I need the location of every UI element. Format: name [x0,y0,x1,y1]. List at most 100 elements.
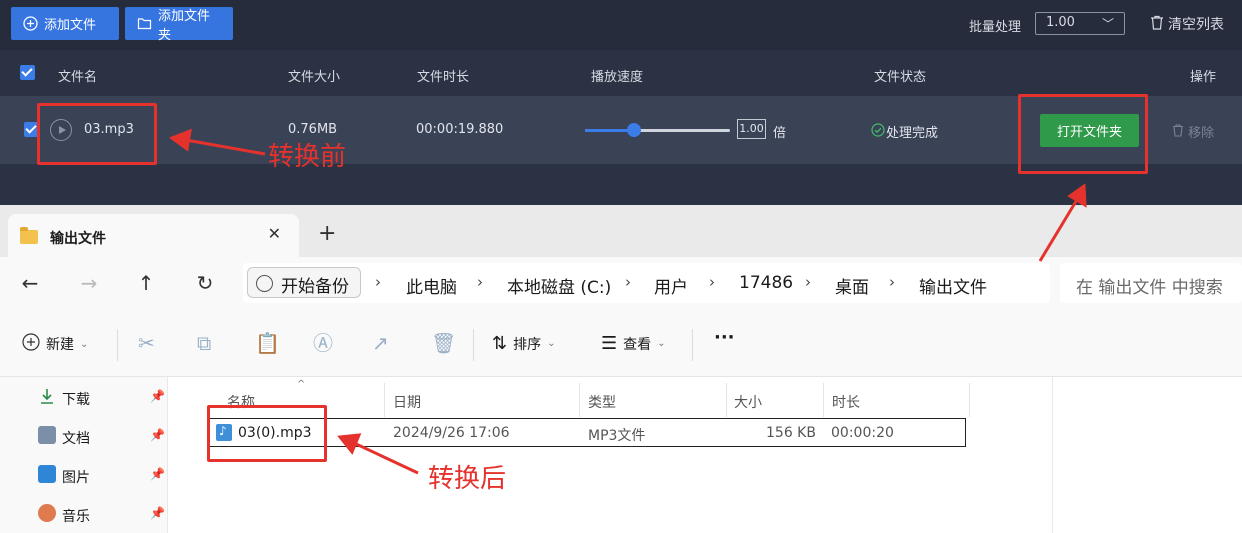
col-header-size[interactable]: 大小 [727,383,824,417]
sidebar-item-pictures[interactable]: 图片 📌 [38,460,168,490]
explorer-sidebar: 下载 📌 文档 📌 图片 📌 音乐 📌 [0,377,168,533]
chevron-right-icon: › [709,273,715,291]
pin-icon[interactable]: 📌 [150,467,165,481]
music-icon [38,504,56,522]
divider [473,329,474,361]
chevron-right-icon: › [625,273,631,291]
document-icon [38,426,56,444]
col-header-duration[interactable]: 时长 [824,383,970,417]
remove-button[interactable]: 移除 [1172,122,1214,141]
explorer-command-bar: 新建 ⌄ ✂ ⧉ 📋 Ⓐ ↗ 🗑 ⇅ 排序 ⌄ ☰ 查看 ⌄ ··· [0,311,1242,377]
sidebar-label: 下载 [62,392,90,408]
breadcrumb-output[interactable]: 输出文件 [919,273,987,298]
add-file-button[interactable]: 添加文件 [11,7,119,40]
file-size: 156 KB [766,425,816,441]
divider [692,329,693,361]
back-arrow-icon[interactable]: ← [18,272,42,294]
delete-icon[interactable]: 🗑 [431,333,456,353]
explorer-tabbar: 输出文件 ✕ + [0,205,1242,257]
breadcrumb-desktop[interactable]: 桌面 [835,273,869,298]
status-text: 处理完成 [886,126,939,141]
close-icon[interactable]: ✕ [268,224,281,243]
trash-icon [1172,124,1188,141]
open-folder-highlight-box [1018,94,1148,174]
breadcrumb-user-folder[interactable]: 17486 [739,273,793,293]
breadcrumb-local-disk[interactable]: 本地磁盘 (C:) [507,273,611,298]
remove-label: 移除 [1188,126,1215,141]
explorer-content: 下载 📌 文档 📌 图片 📌 音乐 📌 ^ 名称 日期 类型 大小 时长 ♪ 0… [0,377,1242,533]
more-options-icon[interactable]: ··· [714,327,735,348]
rename-icon[interactable]: Ⓐ [313,333,333,353]
copy-icon[interactable]: ⧉ [197,333,211,353]
search-input[interactable]: 在 输出文件 中搜索 [1060,263,1242,303]
col-filename: 文件名 [58,70,98,85]
backup-cloud-icon [256,275,273,292]
address-bar[interactable]: 开始备份 › 此电脑 › 本地磁盘 (C:) › 用户 › 17486 › 桌面… [243,263,1050,303]
up-arrow-icon[interactable]: ↑ [134,272,158,294]
sidebar-item-music[interactable]: 音乐 📌 [38,499,168,529]
check-circle-icon [871,122,885,141]
forward-arrow-icon[interactable]: → [77,272,101,294]
add-folder-button[interactable]: 添加文件夹 [125,7,233,43]
converter-header-row: 文件名 文件大小 文件时长 播放速度 文件状态 操作 [0,50,1242,96]
pin-icon[interactable]: 📌 [150,506,165,520]
pin-icon[interactable]: 📌 [150,389,165,403]
backup-label: 开始备份 [281,277,349,297]
col-speed: 播放速度 [591,70,644,85]
chevron-down-icon: ﹀ [1101,17,1114,31]
explorer-tab[interactable]: 输出文件 ✕ [8,214,299,257]
pin-icon[interactable]: 📌 [150,428,165,442]
sort-button[interactable]: ⇅ 排序 ⌄ [492,333,555,354]
col-header-label: 类型 [588,395,616,411]
share-icon[interactable]: ↗ [372,333,389,353]
after-annotation: 转换后 [428,464,507,494]
row-duration: 00:00:19.880 [416,122,504,137]
cut-icon[interactable]: ✂ [138,333,155,353]
chevron-down-icon: ⌄ [80,338,89,350]
tab-title: 输出文件 [50,231,106,247]
speed-slider-knob[interactable] [627,123,642,137]
speed-unit: 倍 [773,126,787,141]
select-all-checkbox[interactable] [20,65,35,80]
plus-circle-icon [23,16,38,31]
col-filesize: 文件大小 [288,70,341,85]
chevron-right-icon: › [805,273,811,291]
view-label: 查看 [623,336,652,353]
status-cell: 处理完成 [871,122,938,141]
divider [117,329,118,361]
refresh-icon[interactable]: ↻ [193,272,217,294]
breadcrumb-users[interactable]: 用户 [654,273,688,298]
add-file-label: 添加文件 [44,18,97,33]
before-annotation: 转换前 [268,142,347,172]
batch-select[interactable]: 1.00 ﹀ [1035,12,1125,35]
breadcrumb-this-pc[interactable]: 此电脑 [406,273,457,298]
col-header-label: 大小 [734,395,762,411]
col-header-type[interactable]: 类型 [580,383,727,417]
batch-value: 1.00 [1046,15,1075,30]
row-filesize: 0.76MB [288,122,338,137]
folder-outline-icon [137,16,152,31]
download-icon [38,387,56,405]
clear-list-button[interactable]: 清空列表 [1150,14,1224,34]
sidebar-item-downloads[interactable]: 下载 📌 [38,382,168,412]
new-tab-plus-icon[interactable]: + [318,223,336,245]
folder-icon [20,227,38,244]
chevron-down-icon: ⌄ [657,338,666,349]
file-duration: 00:00:20 [831,425,894,441]
col-duration: 文件时长 [417,70,470,85]
col-header-date[interactable]: 日期 [385,383,580,417]
backup-chip[interactable]: 开始备份 [247,267,361,298]
speed-value-box[interactable]: 1.00 [737,119,766,139]
add-folder-label: 添加文件夹 [158,8,211,43]
paste-icon[interactable]: 📋 [255,333,280,353]
view-button[interactable]: ☰ 查看 ⌄ [601,333,666,354]
sidebar-label: 文档 [62,431,90,447]
file-type: MP3文件 [588,428,646,444]
sort-up-icon: ^ [297,379,306,390]
new-button[interactable]: 新建 ⌄ [22,333,88,355]
sort-arrows-icon: ⇅ [492,333,508,354]
sidebar-label: 音乐 [62,509,90,525]
chevron-right-icon: › [477,273,483,291]
sidebar-item-documents[interactable]: 文档 📌 [38,421,168,451]
file-explorer: 输出文件 ✕ + ← → ↑ ↻ 开始备份 › 此电脑 › 本地磁盘 (C:) … [0,205,1242,533]
